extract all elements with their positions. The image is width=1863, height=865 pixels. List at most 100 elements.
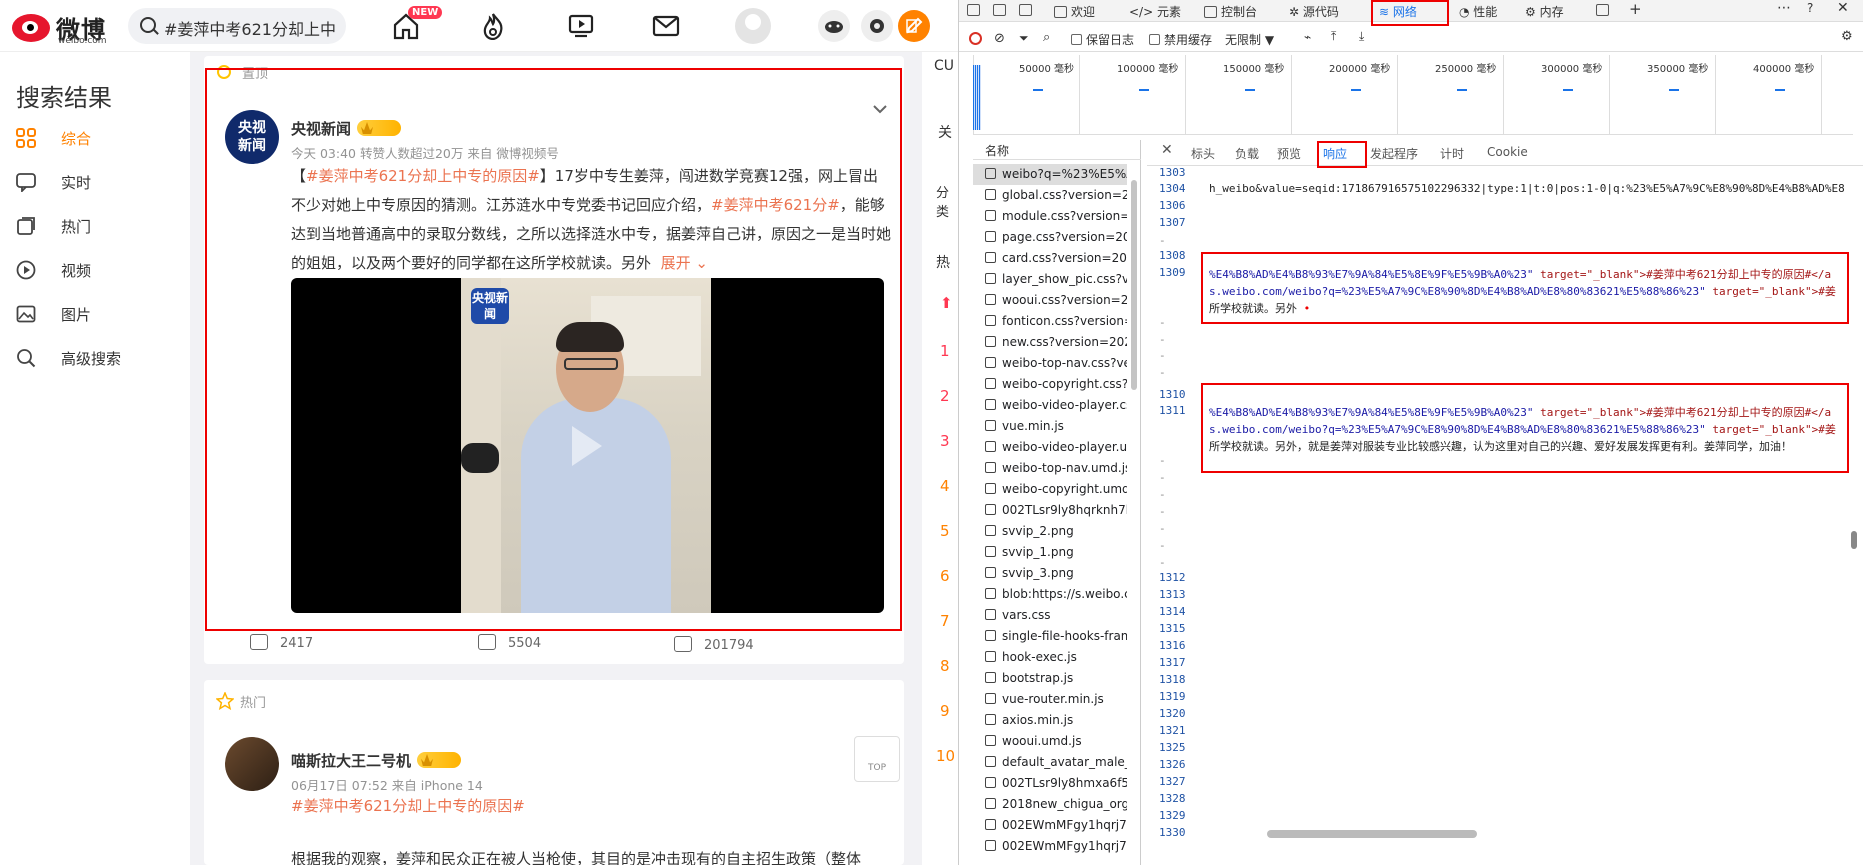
line-number: 1328 <box>1159 792 1186 805</box>
request-row[interactable]: vue.min.js <box>973 416 1127 437</box>
author-avatar[interactable] <box>225 737 279 791</box>
request-row[interactable]: weibo-copyright.css?versio... <box>973 374 1127 395</box>
weibo-eye-icon <box>12 14 50 42</box>
game-icon[interactable] <box>818 10 850 42</box>
scrollbar-thumb[interactable] <box>1131 180 1137 390</box>
repost-button[interactable]: 2417 <box>250 634 313 651</box>
hashtag-link[interactable]: #姜萍中考621分却上中专的原因# <box>291 792 525 821</box>
video-icon[interactable] <box>567 12 595 40</box>
request-row[interactable]: 002EWmMFgy1hqrj7oxblmi... <box>973 836 1127 857</box>
inspect-icon[interactable] <box>967 3 984 17</box>
request-row[interactable]: svvip_3.png <box>973 563 1127 584</box>
download-icon[interactable]: ⤓ <box>1359 29 1364 44</box>
name-column-header[interactable]: 名称 <box>973 142 1141 160</box>
request-row[interactable]: new.css?version=20240611... <box>973 332 1127 353</box>
dock-icon[interactable] <box>1019 3 1036 17</box>
flame-icon[interactable] <box>479 12 507 40</box>
mail-icon[interactable] <box>652 12 680 40</box>
request-row[interactable]: wooui.css?version=202406... <box>973 290 1127 311</box>
tab-welcome[interactable]: 欢迎 <box>1054 3 1095 20</box>
help-icon[interactable]: ? <box>1807 1 1813 15</box>
sidebar-item-realtime[interactable]: 实时 <box>16 168 176 196</box>
search-box[interactable]: #姜萍中考621分却上中 <box>128 8 346 44</box>
device-icon[interactable] <box>993 3 1010 17</box>
request-row[interactable]: hook-exec.js <box>973 647 1127 668</box>
close-icon[interactable]: ✕ <box>1837 0 1849 16</box>
request-row[interactable]: weibo-top-nav.css?version... <box>973 353 1127 374</box>
tab-payload[interactable]: 负载 <box>1235 145 1259 162</box>
request-row[interactable]: vue-router.min.js <box>973 689 1127 710</box>
request-row[interactable]: 002EWmMFgy1hqrj7g9vyqj... <box>973 815 1127 836</box>
request-row[interactable]: axios.min.js <box>973 710 1127 731</box>
disable-cache-checkbox[interactable]: 禁用缓存 <box>1149 31 1212 48</box>
sidebar-item-video[interactable]: 视频 <box>16 256 176 284</box>
record-icon[interactable] <box>969 32 982 45</box>
author-name[interactable]: 喵斯拉大王二号机 <box>291 750 462 771</box>
search-icon <box>140 17 156 33</box>
request-row[interactable]: bootstrap.js <box>973 668 1127 689</box>
line-number: 1309 <box>1159 266 1186 279</box>
tab-cookie[interactable]: Cookie <box>1487 145 1528 159</box>
settings-gear-icon[interactable]: ⚙ <box>1841 29 1853 44</box>
request-row[interactable]: 002TLsr9ly8hqrknh7h54j60... <box>973 500 1127 521</box>
throttle-select[interactable]: 无限制 ▼ <box>1225 31 1274 48</box>
search-input[interactable]: #姜萍中考621分却上中 <box>164 16 340 40</box>
request-row[interactable]: layer_show_pic.css?version... <box>973 269 1127 290</box>
request-row[interactable]: fonticon.css?version=20240... <box>973 311 1127 332</box>
comment-button[interactable]: 5504 <box>478 634 541 651</box>
request-row[interactable]: vars.css <box>973 605 1127 626</box>
request-row[interactable]: wooui.umd.js <box>973 731 1127 752</box>
settings-gear-icon[interactable] <box>861 10 893 42</box>
annotation-box <box>1371 0 1449 26</box>
request-row[interactable]: global.css?version=202406... <box>973 185 1127 206</box>
tab-headers[interactable]: 标头 <box>1191 145 1215 162</box>
tab-initiator[interactable]: 发起程序 <box>1370 145 1418 162</box>
weibo-logo[interactable]: 微博 weibo.com <box>12 8 122 46</box>
tab-sources[interactable]: ✲ 源代码 <box>1289 3 1339 20</box>
network-conditions-icon[interactable]: ⌁ <box>1304 30 1311 44</box>
request-row[interactable]: weibo-top-nav.umd.js?versi... <box>973 458 1127 479</box>
sidebar-item-advanced-search[interactable]: 高级搜索 <box>16 344 176 372</box>
tab-performance[interactable]: ◔ 性能 <box>1459 3 1497 20</box>
close-detail-icon[interactable]: ✕ <box>1161 142 1173 158</box>
file-type-icon <box>985 378 996 389</box>
back-to-top-button[interactable]: TOP <box>854 736 900 782</box>
tab-timing[interactable]: 计时 <box>1440 145 1464 162</box>
request-row[interactable]: weibo-video-player.css?ver... <box>973 395 1127 416</box>
sidebar-item-hot[interactable]: 热门 <box>16 212 176 240</box>
request-row[interactable]: single-file-hooks-frames.js <box>973 626 1127 647</box>
request-row[interactable]: svvip_1.png <box>973 542 1127 563</box>
tab-elements[interactable]: </> 元素 <box>1129 3 1181 20</box>
request-row[interactable]: blob:https://s.weibo.com/d... <box>973 584 1127 605</box>
tab-console[interactable]: 控制台 <box>1204 3 1257 20</box>
horizontal-scrollbar-thumb[interactable] <box>1267 830 1477 838</box>
request-row[interactable]: card.css?version=20240611... <box>973 248 1127 269</box>
more-icon[interactable]: ⋯ <box>1777 0 1791 16</box>
request-row[interactable]: default_avatar_male_180.gif... <box>973 752 1127 773</box>
request-row[interactable]: 002TLsr9ly8hmxa6f543uj60... <box>973 773 1127 794</box>
request-name: weibo-copyright.css?versio... <box>1002 377 1127 391</box>
request-row[interactable]: weibo?q=%23%E5%A7%9C... <box>973 164 1127 185</box>
sidebar-item-all[interactable]: 综合 <box>16 124 176 152</box>
thumbs-up-icon <box>674 636 692 652</box>
like-button[interactable]: 201794 <box>674 636 754 653</box>
filter-icon[interactable]: ⏷ <box>1019 31 1029 46</box>
clear-icon[interactable]: ⊘ <box>994 31 1005 46</box>
upload-icon[interactable]: ⤒ <box>1331 29 1336 44</box>
search-icon[interactable]: ⌕ <box>1043 30 1050 45</box>
preserve-log-checkbox[interactable]: 保留日志 <box>1071 31 1134 48</box>
tab-memory[interactable]: ⚙ 内存 <box>1525 3 1564 20</box>
compose-button[interactable] <box>898 10 930 42</box>
tab-preview[interactable]: 预览 <box>1277 145 1301 162</box>
sidebar-item-images[interactable]: 图片 <box>16 300 176 328</box>
tab-extra-icon[interactable] <box>1596 3 1613 17</box>
request-row[interactable]: svvip_2.png <box>973 521 1127 542</box>
request-row[interactable]: 2018new_chigua_org.png <box>973 794 1127 815</box>
request-row[interactable]: page.css?version=2024061... <box>973 227 1127 248</box>
request-row[interactable]: weibo-copyright.umd.js?ver... <box>973 479 1127 500</box>
request-row[interactable]: weibo-video-player.umd.js?... <box>973 437 1127 458</box>
user-avatar[interactable] <box>735 8 771 44</box>
request-row[interactable]: module.css?version=20240... <box>973 206 1127 227</box>
add-tab-icon[interactable]: + <box>1629 0 1642 18</box>
scrollbar-thumb[interactable] <box>1851 531 1857 549</box>
